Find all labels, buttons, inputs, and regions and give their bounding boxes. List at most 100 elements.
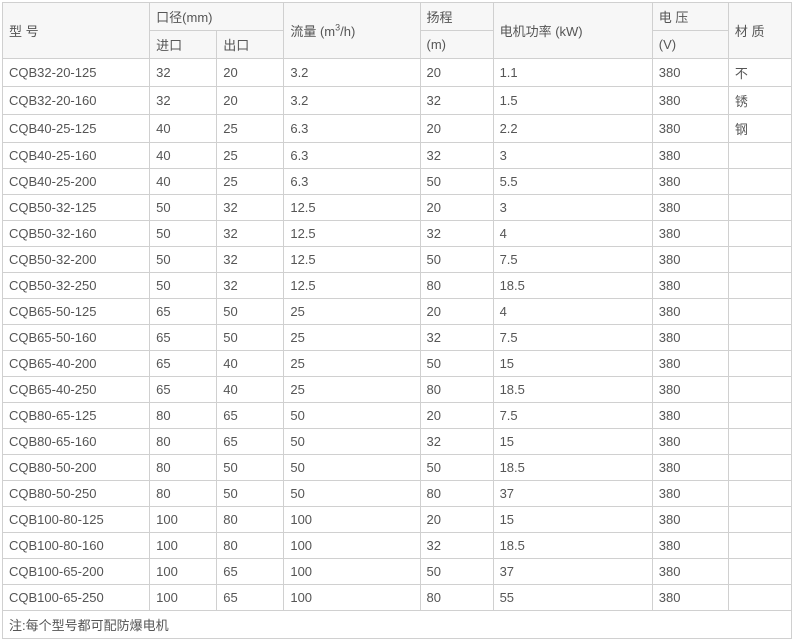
table-row: CQB50-32-250503212.58018.5380 (3, 273, 792, 299)
header-inlet: 进口 (150, 31, 217, 59)
cell-voltage: 380 (652, 169, 728, 195)
cell-voltage: 380 (652, 299, 728, 325)
header-head-top: 扬程 (420, 3, 493, 31)
cell-material: 钢 (728, 115, 791, 143)
cell-head: 50 (420, 247, 493, 273)
cell-flow: 12.5 (284, 195, 420, 221)
cell-power: 4 (493, 221, 652, 247)
table-row: CQB40-25-20040256.3505.5380 (3, 169, 792, 195)
table-row: CQB50-32-200503212.5507.5380 (3, 247, 792, 273)
cell-outlet: 25 (217, 143, 284, 169)
cell-power: 5.5 (493, 169, 652, 195)
cell-head: 32 (420, 87, 493, 115)
table-row: CQB65-40-2506540258018.5380 (3, 377, 792, 403)
cell-flow: 25 (284, 351, 420, 377)
cell-voltage: 380 (652, 455, 728, 481)
cell-outlet: 20 (217, 87, 284, 115)
cell-power: 18.5 (493, 533, 652, 559)
cell-outlet: 50 (217, 481, 284, 507)
cell-inlet: 50 (150, 247, 217, 273)
cell-model: CQB80-65-125 (3, 403, 150, 429)
header-material: 材 质 (728, 3, 791, 59)
cell-head: 32 (420, 143, 493, 169)
header-voltage-bottom: (V) (652, 31, 728, 59)
cell-model: CQB65-40-200 (3, 351, 150, 377)
cell-inlet: 40 (150, 169, 217, 195)
header-diameter: 口径(mm) (150, 3, 284, 31)
table-row: CQB100-80-125100801002015380 (3, 507, 792, 533)
cell-head: 80 (420, 273, 493, 299)
cell-material (728, 507, 791, 533)
cell-voltage: 380 (652, 115, 728, 143)
cell-head: 80 (420, 481, 493, 507)
cell-head: 50 (420, 559, 493, 585)
cell-flow: 3.2 (284, 59, 420, 87)
cell-power: 7.5 (493, 325, 652, 351)
cell-model: CQB80-65-160 (3, 429, 150, 455)
cell-material (728, 455, 791, 481)
cell-head: 32 (420, 325, 493, 351)
cell-power: 55 (493, 585, 652, 611)
cell-flow: 100 (284, 585, 420, 611)
cell-model: CQB65-40-250 (3, 377, 150, 403)
table-row: CQB80-50-2508050508037380 (3, 481, 792, 507)
table-row: CQB50-32-125503212.5203380 (3, 195, 792, 221)
cell-outlet: 32 (217, 195, 284, 221)
cell-inlet: 80 (150, 455, 217, 481)
cell-material: 不 (728, 59, 791, 87)
cell-material (728, 533, 791, 559)
table-row: CQB65-50-160655025327.5380 (3, 325, 792, 351)
cell-material (728, 481, 791, 507)
cell-voltage: 380 (652, 377, 728, 403)
cell-power: 15 (493, 507, 652, 533)
cell-outlet: 32 (217, 221, 284, 247)
cell-voltage: 380 (652, 247, 728, 273)
header-model: 型 号 (3, 3, 150, 59)
table-row: CQB40-25-16040256.3323380 (3, 143, 792, 169)
cell-material (728, 559, 791, 585)
cell-inlet: 80 (150, 403, 217, 429)
pump-spec-table: 型 号 口径(mm) 流量 (m3/h) 扬程 电机功率 (kW) 电 压 材 … (2, 2, 792, 639)
cell-flow: 50 (284, 403, 420, 429)
header-outlet: 出口 (217, 31, 284, 59)
cell-model: CQB65-50-125 (3, 299, 150, 325)
table-row: CQB32-20-12532203.2201.1380不 (3, 59, 792, 87)
cell-model: CQB50-32-125 (3, 195, 150, 221)
cell-voltage: 380 (652, 429, 728, 455)
cell-outlet: 32 (217, 273, 284, 299)
cell-voltage: 380 (652, 143, 728, 169)
cell-flow: 100 (284, 533, 420, 559)
header-flow: 流量 (m3/h) (284, 3, 420, 59)
table-row: CQB40-25-12540256.3202.2380钢 (3, 115, 792, 143)
header-flow-prefix: 流量 (m (290, 24, 335, 39)
cell-model: CQB32-20-160 (3, 87, 150, 115)
cell-model: CQB40-25-125 (3, 115, 150, 143)
cell-power: 18.5 (493, 455, 652, 481)
cell-flow: 100 (284, 507, 420, 533)
cell-voltage: 380 (652, 507, 728, 533)
cell-voltage: 380 (652, 59, 728, 87)
cell-inlet: 32 (150, 87, 217, 115)
header-voltage-top: 电 压 (652, 3, 728, 31)
cell-outlet: 80 (217, 533, 284, 559)
cell-power: 4 (493, 299, 652, 325)
cell-head: 20 (420, 299, 493, 325)
cell-model: CQB100-80-125 (3, 507, 150, 533)
cell-material (728, 221, 791, 247)
cell-outlet: 65 (217, 585, 284, 611)
cell-material (728, 325, 791, 351)
cell-material (728, 273, 791, 299)
cell-flow: 50 (284, 455, 420, 481)
cell-outlet: 20 (217, 59, 284, 87)
cell-outlet: 50 (217, 455, 284, 481)
cell-power: 3 (493, 143, 652, 169)
cell-inlet: 65 (150, 299, 217, 325)
cell-head: 80 (420, 585, 493, 611)
cell-outlet: 25 (217, 115, 284, 143)
header-flow-suffix: /h) (340, 24, 355, 39)
cell-voltage: 380 (652, 585, 728, 611)
cell-model: CQB40-25-160 (3, 143, 150, 169)
cell-power: 7.5 (493, 403, 652, 429)
cell-inlet: 100 (150, 507, 217, 533)
cell-power: 15 (493, 351, 652, 377)
